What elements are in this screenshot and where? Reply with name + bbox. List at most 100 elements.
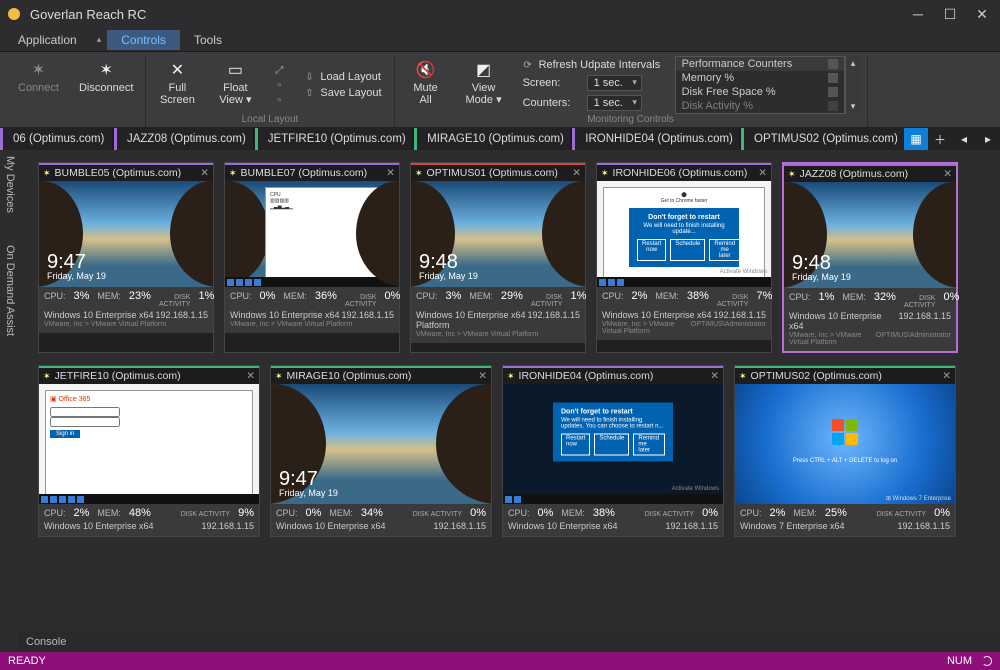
close-icon[interactable]: ✕ <box>478 370 487 382</box>
tab-session[interactable]: JAZZ08 (Optimus.com) <box>114 128 253 150</box>
menu-tools[interactable]: Tools <box>180 30 236 50</box>
reload-icon[interactable] <box>982 656 992 666</box>
disconnect-button[interactable]: ✶ Disconnect <box>73 56 139 114</box>
fullscreen-button[interactable]: ✕ Full Screen <box>152 56 202 114</box>
thumbnail-header: ✶ JAZZ08 (Optimus.com) ✕ <box>784 164 956 182</box>
close-icon[interactable]: ✕ <box>942 370 951 382</box>
scroll-left-button[interactable]: ◂ <box>952 128 976 150</box>
save-layout-button[interactable]: ⇧Save Layout <box>304 87 381 99</box>
thumbnail-header: ✶ BUMBLE05 (Optimus.com) ✕ <box>39 163 213 181</box>
close-icon[interactable]: ✕ <box>386 167 395 179</box>
thumbnail-stats: CPU:1% MEM:32% DISK ACTIVITY0% Windows 1… <box>784 288 956 351</box>
close-icon[interactable]: ✕ <box>943 168 952 180</box>
thumbnail-header: ✶ OPTIMUS01 (Optimus.com) ✕ <box>411 163 585 181</box>
thumbnail-header: ✶ IRONHIDE06 (Optimus.com) ✕ <box>597 163 771 181</box>
thumbnail-stats: CPU:0% MEM:38% DISK ACTIVITY0% Windows 1… <box>503 504 723 536</box>
performance-counters-list[interactable]: Performance Counters Memory % Disk Free … <box>675 56 845 114</box>
float-view-button[interactable]: ▭ Float View ▾ <box>210 56 260 114</box>
tab-session[interactable]: IRONHIDE04 (Optimus.com) <box>572 128 739 150</box>
window-title: Goverlan Reach RC <box>30 7 908 22</box>
session-thumbnail[interactable]: ✶ BUMBLE07 (Optimus.com) ✕ CPU▥▥▥▥▁▃▅▂▃▁… <box>224 162 400 353</box>
tab-session[interactable]: JETFIRE10 (Optimus.com) <box>255 128 412 150</box>
counters-label: Counters: <box>523 97 581 109</box>
menu-controls[interactable]: Controls <box>107 30 180 50</box>
session-thumbnail[interactable]: ✶ IRONHIDE04 (Optimus.com) ✕ Don't forge… <box>502 365 724 537</box>
thumbnail-header: ✶ OPTIMUS02 (Optimus.com) ✕ <box>735 366 955 384</box>
minimize-button[interactable]: ─ <box>908 6 928 23</box>
thumbnail-stats: CPU:3% MEM:29% DISK ACTIVITY1% Windows 1… <box>411 287 585 343</box>
close-icon[interactable]: ✕ <box>200 167 209 179</box>
thumbnail-title: MIRAGE10 (Optimus.com) <box>287 370 475 382</box>
session-tabs: 06 (Optimus.com) JAZZ08 (Optimus.com) JE… <box>0 128 1000 150</box>
status-bar: READY NUM <box>0 652 1000 670</box>
connect-button: ✶ Connect <box>12 56 65 114</box>
app-icon <box>8 8 20 20</box>
float-view-icon: ▭ <box>228 60 243 80</box>
status-num: NUM <box>947 655 972 667</box>
connect-icon: ✶ <box>32 60 45 80</box>
thumbnail-title: BUMBLE07 (Optimus.com) <box>241 167 383 179</box>
close-icon[interactable]: ✕ <box>758 167 767 179</box>
session-icon: ✶ <box>229 168 237 179</box>
view-mode-button[interactable]: ◩ View Mode ▾ <box>459 56 509 114</box>
scroll-right-button[interactable]: ▸ <box>976 128 1000 150</box>
thumbnail-header: ✶ IRONHIDE04 (Optimus.com) ✕ <box>503 366 723 384</box>
thumbnail-title: IRONHIDE06 (Optimus.com) <box>613 167 755 179</box>
expand-icon[interactable]: ⤢ <box>274 65 284 76</box>
add-tab-button[interactable]: ＋ <box>928 128 952 150</box>
perf-scrollbar[interactable]: ▴▾ <box>845 56 861 114</box>
workspace: ✶ BUMBLE05 (Optimus.com) ✕ 9:47Friday, M… <box>18 150 1000 632</box>
close-icon[interactable]: ✕ <box>710 370 719 382</box>
session-icon: ✶ <box>275 371 283 382</box>
mute-all-button[interactable]: 🔇 Mute All <box>401 56 451 114</box>
refresh-title: Refresh Udpate Intervals <box>539 59 661 71</box>
thumbnail-stats: CPU:2% MEM:48% DISK ACTIVITY9% Windows 1… <box>39 504 259 536</box>
counters-interval-select[interactable]: 1 sec. <box>587 95 642 111</box>
session-icon: ✶ <box>601 168 609 179</box>
load-layout-button[interactable]: ⇩Load Layout <box>304 71 381 83</box>
session-thumbnail[interactable]: ✶ JETFIRE10 (Optimus.com) ✕ ▣ Office 365… <box>38 365 260 537</box>
maximize-button[interactable]: ☐ <box>940 6 960 23</box>
side-my-devices[interactable]: My Devices <box>0 150 18 219</box>
thumbnail-title: IRONHIDE04 (Optimus.com) <box>519 370 707 382</box>
menu-application[interactable]: Application <box>4 30 91 50</box>
session-icon: ✶ <box>739 371 747 382</box>
grid-view-button[interactable]: ▦ <box>904 128 928 150</box>
grid-small-icon[interactable]: ▫ <box>274 95 284 106</box>
session-icon: ✶ <box>788 169 796 180</box>
thumbnail-title: OPTIMUS02 (Optimus.com) <box>751 370 939 382</box>
thumbnail-header: ✶ JETFIRE10 (Optimus.com) ✕ <box>39 366 259 384</box>
session-thumbnail[interactable]: ✶ OPTIMUS02 (Optimus.com) ✕ Press CTRL +… <box>734 365 956 537</box>
close-button[interactable]: ✕ <box>972 6 992 23</box>
session-thumbnail[interactable]: ✶ MIRAGE10 (Optimus.com) ✕ 9:47Friday, M… <box>270 365 492 537</box>
thumbnail-stats: CPU:0% MEM:36% DISK ACTIVITY0% Windows 1… <box>225 287 399 333</box>
console-tab[interactable]: Console <box>26 636 66 648</box>
tab-session[interactable]: 06 (Optimus.com) <box>0 128 112 150</box>
collapse-icon[interactable]: ▫ <box>274 80 284 91</box>
monitoring-caption: Monitoring Controls <box>401 114 861 127</box>
side-on-demand[interactable]: On Demand Assist <box>0 239 18 342</box>
thumbnail-title: OPTIMUS01 (Optimus.com) <box>427 167 569 179</box>
view-mode-icon: ◩ <box>476 60 491 80</box>
ribbon: ✶ Connect ✶ Disconnect ✕ Full Screen ▭ F… <box>0 52 1000 128</box>
session-icon: ✶ <box>43 168 51 179</box>
session-thumbnail[interactable]: ✶ OPTIMUS01 (Optimus.com) ✕ 9:48Friday, … <box>410 162 586 353</box>
session-icon: ✶ <box>507 371 515 382</box>
checkbox-icon[interactable] <box>828 59 838 69</box>
close-icon[interactable]: ✕ <box>572 167 581 179</box>
session-thumbnail[interactable]: ✶ BUMBLE05 (Optimus.com) ✕ 9:47Friday, M… <box>38 162 214 353</box>
mute-icon: 🔇 <box>416 60 436 80</box>
menu-caret[interactable]: ▴ <box>91 34 108 45</box>
thumbnail-header: ✶ BUMBLE07 (Optimus.com) ✕ <box>225 163 399 181</box>
local-layout-caption: Local Layout <box>152 114 387 127</box>
session-icon: ✶ <box>43 371 51 382</box>
thumbnail-title: BUMBLE05 (Optimus.com) <box>55 167 197 179</box>
close-icon[interactable]: ✕ <box>246 370 255 382</box>
screen-interval-select[interactable]: 1 sec. <box>587 75 642 91</box>
session-thumbnail[interactable]: ✶ IRONHIDE06 (Optimus.com) ✕ ⬤Get to Chr… <box>596 162 772 353</box>
tab-session[interactable]: OPTIMUS02 (Optimus.com) <box>741 128 904 150</box>
thumbnail-header: ✶ MIRAGE10 (Optimus.com) ✕ <box>271 366 491 384</box>
tab-session[interactable]: MIRAGE10 (Optimus.com) <box>414 128 570 150</box>
thumbnail-stats: CPU:2% MEM:38% DISK ACTIVITY7% Windows 1… <box>597 287 771 340</box>
session-thumbnail[interactable]: ✶ JAZZ08 (Optimus.com) ✕ 9:48Friday, May… <box>782 162 958 353</box>
